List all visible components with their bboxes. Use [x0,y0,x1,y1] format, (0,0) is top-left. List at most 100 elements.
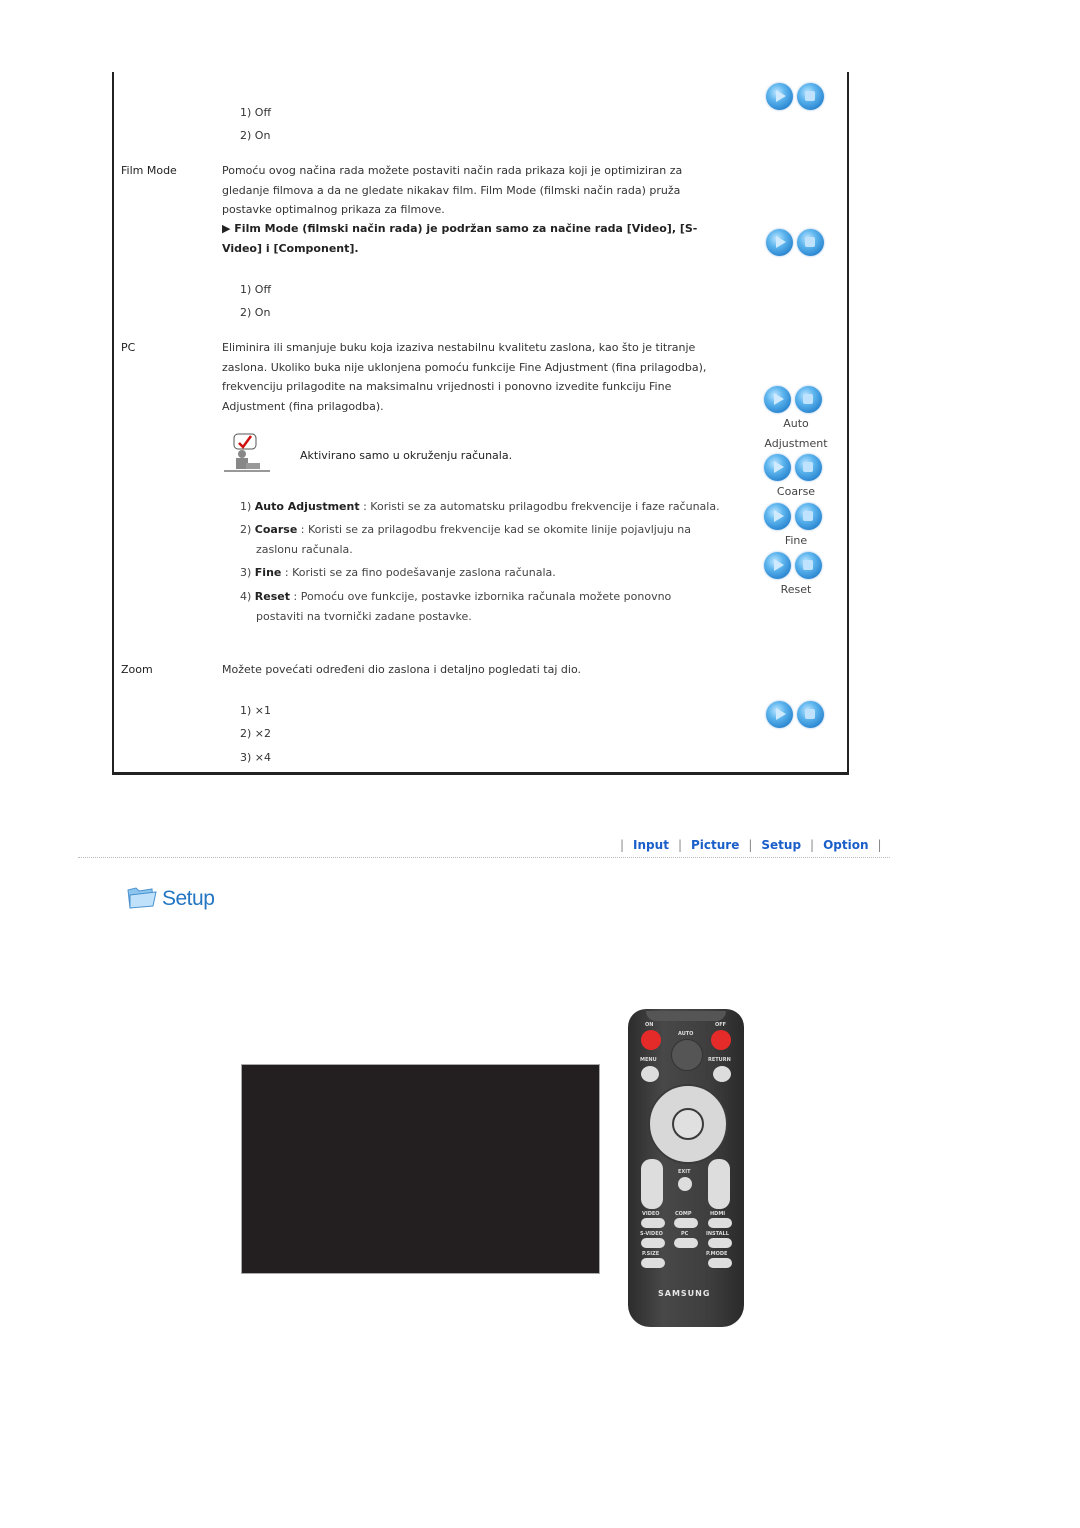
remote-label-install: INSTALL [706,1231,729,1237]
pc-item-auto-adjustment: 1) Auto Adjustment : Koristi se za autom… [240,500,720,513]
remote-label-comp: COMP [675,1211,692,1217]
dotted-divider [78,857,890,858]
stop-button[interactable] [795,552,822,579]
remote-label-psize: P.SIZE [642,1251,660,1257]
caption-adjustment: Adjustment [764,437,828,450]
play-stop-buttons [766,83,824,110]
remote-return-button[interactable] [713,1066,731,1082]
nav-separator: | [748,838,753,852]
play-icon [774,559,784,571]
stop-button[interactable] [797,701,824,728]
nav-separator: | [810,838,815,852]
pc-label: PC [121,341,136,354]
remote-menu-button[interactable] [641,1066,659,1082]
stop-button[interactable] [797,83,824,110]
play-button[interactable] [766,229,793,256]
section-nav: | Input | Picture | Setup | Option | [620,838,882,852]
remote-auto-button[interactable] [671,1039,703,1071]
remote-source-button[interactable] [672,1108,704,1140]
remote-psize-button[interactable] [641,1258,665,1268]
pc-item-coarse: 2) Coarse : Koristi se za prilagodbu fre… [240,523,692,556]
section-title: Setup [162,886,215,910]
film-mode-label: Film Mode [121,164,177,177]
film-mode-option-off: 1) Off [240,283,272,296]
reset-buttons [764,552,822,579]
pc-notice-text: Aktivirano samo u okruženju računala. [300,449,513,462]
remote-label-on: ON [645,1022,654,1028]
remote-label-pmode: P.MODE [706,1251,728,1257]
remote-label-menu: MENU [640,1057,657,1063]
option-on: 2) On [240,129,271,142]
nav-separator: | [677,838,682,852]
stop-icon [803,560,813,570]
remote-exit-button[interactable] [678,1177,692,1191]
remote-label-svideo: S-VIDEO [640,1231,663,1237]
film-mode-option-on: 2) On [240,306,271,319]
play-icon [776,708,786,720]
remote-brand-logo: SAMSUNG [658,1289,711,1298]
stop-button[interactable] [795,386,822,413]
remote-control-image: ON OFF AUTO MENU RETURN EXIT VIDEO COMP … [628,1009,744,1327]
play-icon [774,461,784,473]
screen-preview [241,1064,600,1274]
remote-label-hdmi: HDMI [710,1211,726,1217]
remote-label-return: RETURN [708,1057,731,1063]
pc-description: Eliminira ili smanjuje buku koja izaziva… [222,341,707,413]
stop-button[interactable] [795,454,822,481]
play-button[interactable] [764,552,791,579]
play-button[interactable] [764,454,791,481]
coarse-buttons [764,454,822,481]
stop-icon [805,237,815,247]
nav-link-picture[interactable]: Picture [691,838,739,852]
play-icon [774,510,784,522]
zoom-option-3: 3) ×4 [240,751,272,764]
zoom-label: Zoom [121,663,153,676]
pc-item-reset: 4) Reset : Pomoću ove funkcije, postavke… [240,590,672,623]
remote-on-button[interactable] [641,1030,661,1050]
play-button[interactable] [766,701,793,728]
remote-label-off: OFF [715,1022,727,1028]
remote-pc-button[interactable] [674,1238,698,1248]
remote-top-window [646,1011,726,1021]
nav-link-input[interactable]: Input [633,838,669,852]
remote-info-still-button[interactable] [708,1159,730,1209]
remote-label-auto: AUTO [678,1031,694,1037]
play-button[interactable] [766,83,793,110]
nav-link-option[interactable]: Option [823,838,868,852]
fine-buttons [764,503,822,530]
remote-install-button[interactable] [708,1238,732,1248]
play-icon [776,236,786,248]
stop-icon [805,709,815,719]
remote-label-pc: PC [681,1231,689,1237]
play-button[interactable] [764,503,791,530]
play-icon [776,90,786,102]
remote-keystone-button[interactable] [641,1159,663,1209]
pc-item-fine: 3) Fine : Koristi se za fino podešavanje… [240,566,556,579]
auto-adjustment-buttons [764,386,822,413]
notice-person-icon [222,433,272,473]
remote-comp-button[interactable] [674,1218,698,1228]
film-mode-note: ▶ Film Mode (filmski način rada) je podr… [222,222,698,255]
play-icon [774,393,784,405]
remote-hdmi-button[interactable] [708,1218,732,1228]
nav-link-setup[interactable]: Setup [761,838,801,852]
folder-icon [126,884,158,913]
option-off: 1) Off [240,106,272,119]
remote-power-off-button[interactable] [711,1030,731,1050]
caption-coarse: Coarse [776,485,816,498]
stop-button[interactable] [797,229,824,256]
stop-icon [805,91,815,101]
zoom-option-2: 2) ×2 [240,727,272,740]
film-mode-play-stop-buttons [766,229,824,256]
zoom-option-1: 1) ×1 [240,704,272,717]
remote-video-button[interactable] [641,1218,665,1228]
remote-label-exit: EXIT [678,1169,691,1175]
nav-separator: | [877,838,882,852]
stop-icon [803,462,813,472]
play-button[interactable] [764,386,791,413]
remote-label-video: VIDEO [642,1211,660,1217]
remote-svideo-button[interactable] [641,1238,665,1248]
nav-separator: | [620,838,625,852]
stop-button[interactable] [795,503,822,530]
remote-pmode-button[interactable] [708,1258,732,1268]
